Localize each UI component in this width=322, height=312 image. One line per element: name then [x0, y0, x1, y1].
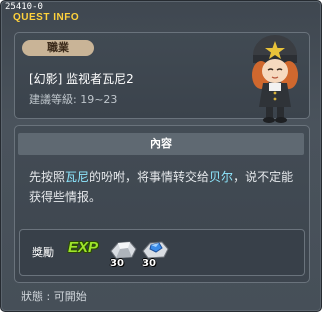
quest-info-window: 25410-0 QUEST INFO 職業 [幻影] 监视者瓦尼2 建議等級: …: [0, 0, 322, 312]
npc-name-wani: 瓦尼: [65, 170, 90, 184]
reward-item-1[interactable]: 30: [108, 235, 138, 269]
desc-text-2: 的吩咐，将事情转交给: [89, 170, 210, 184]
window-title: QUEST INFO: [13, 12, 80, 23]
content-header: 內容: [18, 133, 304, 155]
reward-item-2[interactable]: 30: [140, 235, 170, 269]
reward-item-1-qty: 30: [110, 258, 124, 269]
job-tag: 職業: [22, 40, 94, 56]
exp-icon: EXP: [68, 239, 99, 256]
reward-box: 獎勵 EXP 30 30: [19, 229, 305, 276]
quest-status: 狀態 : 可開始: [21, 290, 87, 303]
window-id-label: 25410-0: [5, 2, 43, 12]
reward-label: 獎勵: [32, 246, 54, 259]
npc-portrait-icon: [252, 35, 298, 123]
quest-content-panel: 內容 先按照瓦尼的吩咐，将事情转交给贝尔，说不定能获得些情报。 獎勵 EXP 3…: [14, 125, 310, 283]
npc-name-bell: 贝尔: [209, 170, 234, 184]
desc-text-1: 先按照: [29, 170, 66, 184]
recommended-level: 建議等級: 19~23: [29, 93, 118, 106]
quest-name: [幻影] 监视者瓦尼2: [29, 72, 134, 86]
quest-description: 先按照瓦尼的吩咐，将事情转交给贝尔，说不定能获得些情报。: [29, 167, 299, 207]
quest-summary-panel: 職業 [幻影] 监视者瓦尼2 建議等級: 19~23: [14, 32, 310, 123]
reward-item-2-qty: 30: [142, 258, 156, 269]
